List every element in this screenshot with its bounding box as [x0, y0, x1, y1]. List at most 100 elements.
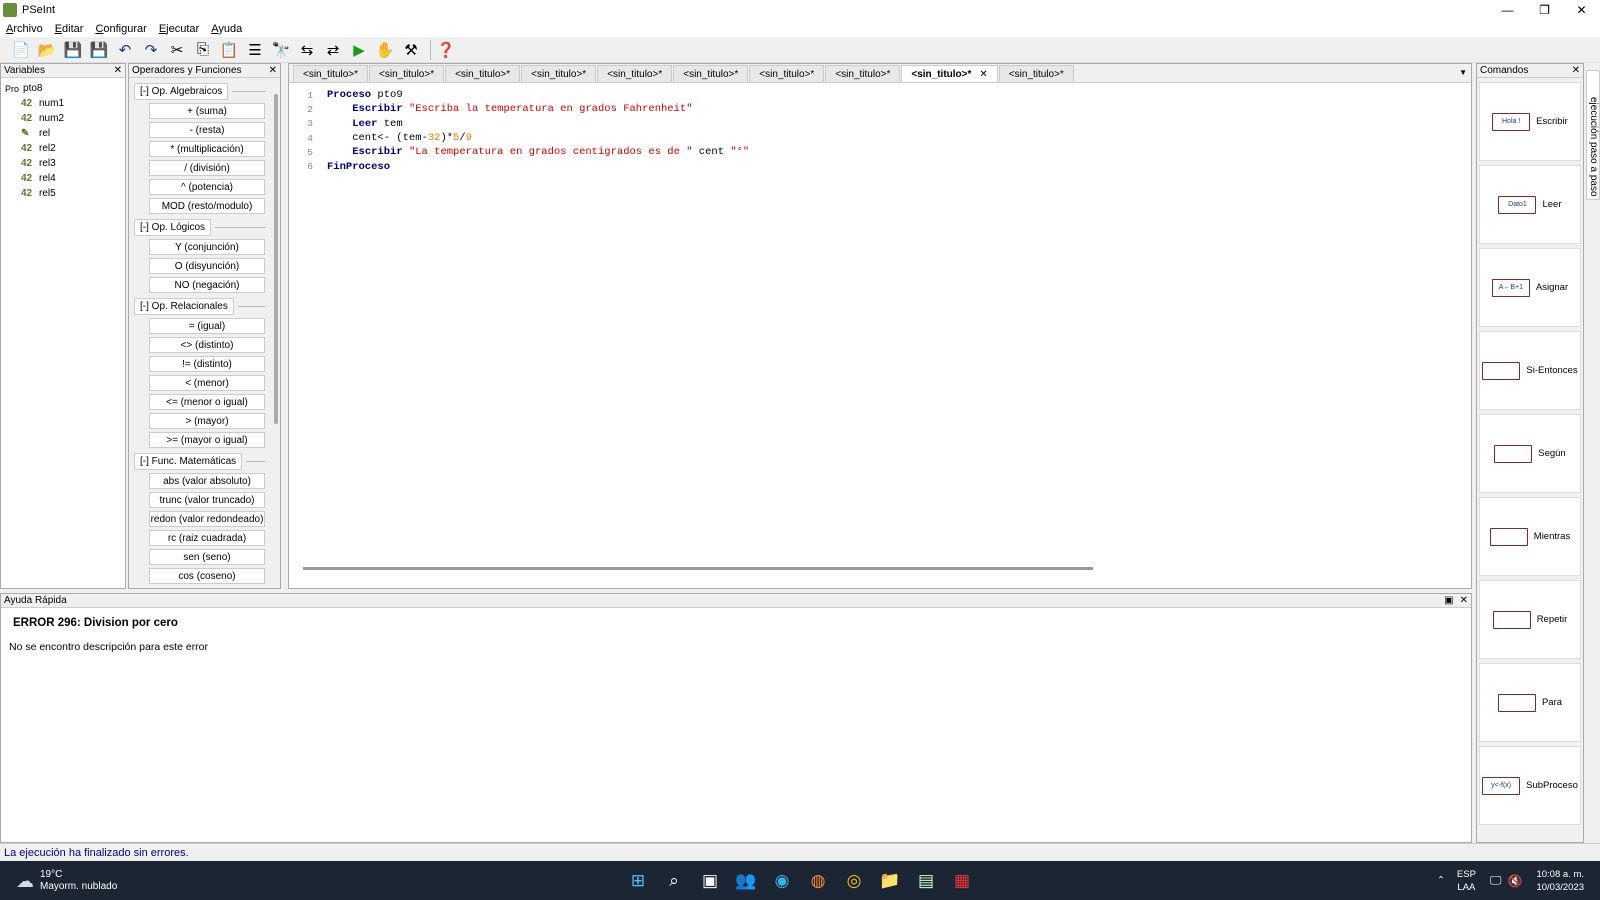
operator-button[interactable]: sen (seno)	[149, 549, 265, 565]
editor-tab[interactable]: <sin_titulo>*	[749, 65, 825, 82]
restore-icon[interactable]: ❐	[1526, 0, 1563, 20]
operator-button[interactable]: + (suma)	[149, 103, 265, 119]
variable-item[interactable]: 42 num1	[5, 96, 121, 111]
new-file-icon[interactable]: 📄	[10, 39, 32, 61]
file-explorer-icon[interactable]: 📁	[872, 865, 908, 897]
firefox-icon[interactable]: ◍	[800, 865, 836, 897]
operator-button[interactable]: trunc (valor truncado)	[149, 492, 265, 508]
paste-icon[interactable]: 📋	[218, 39, 240, 61]
windows-start-icon[interactable]: ⊞	[620, 865, 656, 897]
variables-root[interactable]: Pro pto8	[5, 81, 121, 96]
operator-button[interactable]: / (división)	[149, 160, 265, 176]
editor-scrollbar[interactable]	[303, 567, 1093, 570]
variable-item[interactable]: 42 rel5	[5, 186, 121, 201]
variable-item[interactable]: ✎ rel	[5, 126, 121, 141]
close-icon[interactable]: ✕	[114, 65, 122, 76]
operator-button[interactable]: <= (menor o igual)	[149, 394, 265, 410]
pdf-app-icon[interactable]: ▦	[944, 865, 980, 897]
search-icon[interactable]: ⌕	[656, 865, 692, 897]
operator-group-header[interactable]: [-] Op. Algebraicos	[134, 83, 280, 100]
operator-button[interactable]: O (disyunción)	[149, 258, 265, 274]
pseint-icon[interactable]: ▤	[908, 865, 944, 897]
maximize-icon[interactable]: ▣	[1444, 595, 1453, 606]
help-icon[interactable]: ❓	[435, 39, 457, 61]
editor-tab[interactable]: <sin_titulo>*	[673, 65, 749, 82]
teams-icon[interactable]: 👥	[728, 865, 764, 897]
step-icon[interactable]: ✋	[374, 39, 396, 61]
code-editor[interactable]: <sin_titulo>* <sin_titulo>* <sin_titulo>* <…	[288, 63, 1472, 589]
menu-archivo[interactable]: Archivo	[6, 23, 43, 35]
open-folder-icon[interactable]: 📂	[36, 39, 58, 61]
language-indicator[interactable]: ESP LAA	[1457, 868, 1476, 894]
find-icon[interactable]: 🔭	[270, 39, 292, 61]
operator-button[interactable]: rc (raiz cuadrada)	[149, 530, 265, 546]
editor-tab[interactable]: <sin_titulo>*	[293, 65, 369, 82]
operator-button[interactable]: cos (coseno)	[149, 568, 265, 584]
close-tab-icon[interactable]: ✕	[979, 69, 987, 80]
operator-button[interactable]: != (distinto)	[149, 356, 265, 372]
chrome-icon[interactable]: ◎	[836, 865, 872, 897]
copy-icon[interactable]: ⎘	[192, 39, 214, 61]
run-icon[interactable]: ▶	[348, 39, 370, 61]
operator-button[interactable]: ^ (potencia)	[149, 179, 265, 195]
operator-button[interactable]: - (resta)	[149, 122, 265, 138]
close-icon[interactable]: ✕	[269, 65, 277, 76]
clock[interactable]: 10:08 a. m. 10/03/2023	[1536, 868, 1584, 894]
variable-item[interactable]: 42 rel2	[5, 141, 121, 156]
weather-widget[interactable]: ☁ 19°C Mayorm. nublado	[16, 869, 117, 893]
code-line[interactable]: 6 FinProceso	[289, 159, 1471, 173]
edge-icon[interactable]: ◉	[764, 865, 800, 897]
code-line[interactable]: 2 Escribir "Escriba la temperatura en gr…	[289, 102, 1471, 116]
save-icon[interactable]: 💾	[62, 39, 84, 61]
task-view-icon[interactable]: ▣	[692, 865, 728, 897]
cut-icon[interactable]: ✂	[166, 39, 188, 61]
flowchart-icon[interactable]: ⚒	[400, 39, 422, 61]
operator-button[interactable]: abs (valor absoluto)	[149, 473, 265, 489]
operator-button[interactable]: <> (distinto)	[149, 337, 265, 353]
command-leer[interactable]: Dato1 Leer	[1479, 165, 1581, 244]
network-icon[interactable]: 🖵	[1490, 873, 1502, 888]
undo-icon[interactable]: ↶	[114, 39, 136, 61]
operator-group-header[interactable]: [-] Op. Relacionales	[134, 298, 280, 315]
operator-button[interactable]: > (mayor)	[149, 413, 265, 429]
command-seg-n[interactable]: Según	[1479, 414, 1581, 493]
editor-tab[interactable]: <sin_titulo>*	[597, 65, 673, 82]
operator-button[interactable]: >= (mayor o igual)	[149, 432, 265, 448]
command-subproceso[interactable]: y<-f(x) SubProceso	[1479, 746, 1581, 825]
variable-item[interactable]: 42 rel3	[5, 156, 121, 171]
menu-ejecutar[interactable]: Ejecutar	[159, 23, 199, 35]
editor-tab[interactable]: <sin_titulo>*	[369, 65, 445, 82]
operator-button[interactable]: = (igual)	[149, 318, 265, 334]
close-icon[interactable]: ✕	[1460, 595, 1468, 606]
code-line[interactable]: 5 Escribir "La temperatura en grados cen…	[289, 145, 1471, 159]
code-line[interactable]: 4 cent<- (tem-32)*5/9	[289, 131, 1471, 145]
operator-button[interactable]: Y (conjunción)	[149, 239, 265, 255]
operator-button[interactable]: * (multiplicación)	[149, 141, 265, 157]
minimize-icon[interactable]: —	[1489, 0, 1526, 20]
editor-tab[interactable]: <sin_titulo>* ✕	[901, 65, 998, 82]
save-as-icon[interactable]: 💾	[88, 39, 110, 61]
command-escribir[interactable]: Hola ! Escribir	[1479, 82, 1581, 161]
code-area[interactable]: 1 Proceso pto9 2 Escribir "Escriba la temp…	[289, 83, 1471, 174]
command-para[interactable]: Para	[1479, 663, 1581, 742]
code-line[interactable]: 3 Leer tem	[289, 117, 1471, 131]
menu-configurar[interactable]: Configurar	[95, 23, 146, 35]
tray-chevron-icon[interactable]: ⌃	[1437, 875, 1445, 886]
operator-button[interactable]: NO (negación)	[149, 277, 265, 293]
operator-button[interactable]: < (menor)	[149, 375, 265, 391]
operators-scrollbar[interactable]	[274, 94, 278, 424]
editor-tab[interactable]: <sin_titulo>*	[998, 65, 1074, 82]
close-icon[interactable]: ✕	[1572, 65, 1580, 76]
close-icon[interactable]: ✕	[1563, 0, 1600, 20]
editor-tab[interactable]: <sin_titulo>*	[521, 65, 597, 82]
command-mientras[interactable]: Mientras	[1479, 497, 1581, 576]
indent-icon[interactable]: ☰	[244, 39, 266, 61]
volume-muted-icon[interactable]: 🔇	[1508, 874, 1523, 888]
variable-item[interactable]: 42 num2	[5, 111, 121, 126]
redo-icon[interactable]: ↷	[140, 39, 162, 61]
menu-ayuda[interactable]: Ayuda	[211, 23, 242, 35]
step-execution-tab[interactable]: ejecución paso a paso	[1586, 70, 1600, 200]
command-si-entonces[interactable]: Si-Entonces	[1479, 331, 1581, 410]
variable-item[interactable]: 42 rel4	[5, 171, 121, 186]
operator-button[interactable]: redon (valor redondeado)	[149, 511, 265, 527]
